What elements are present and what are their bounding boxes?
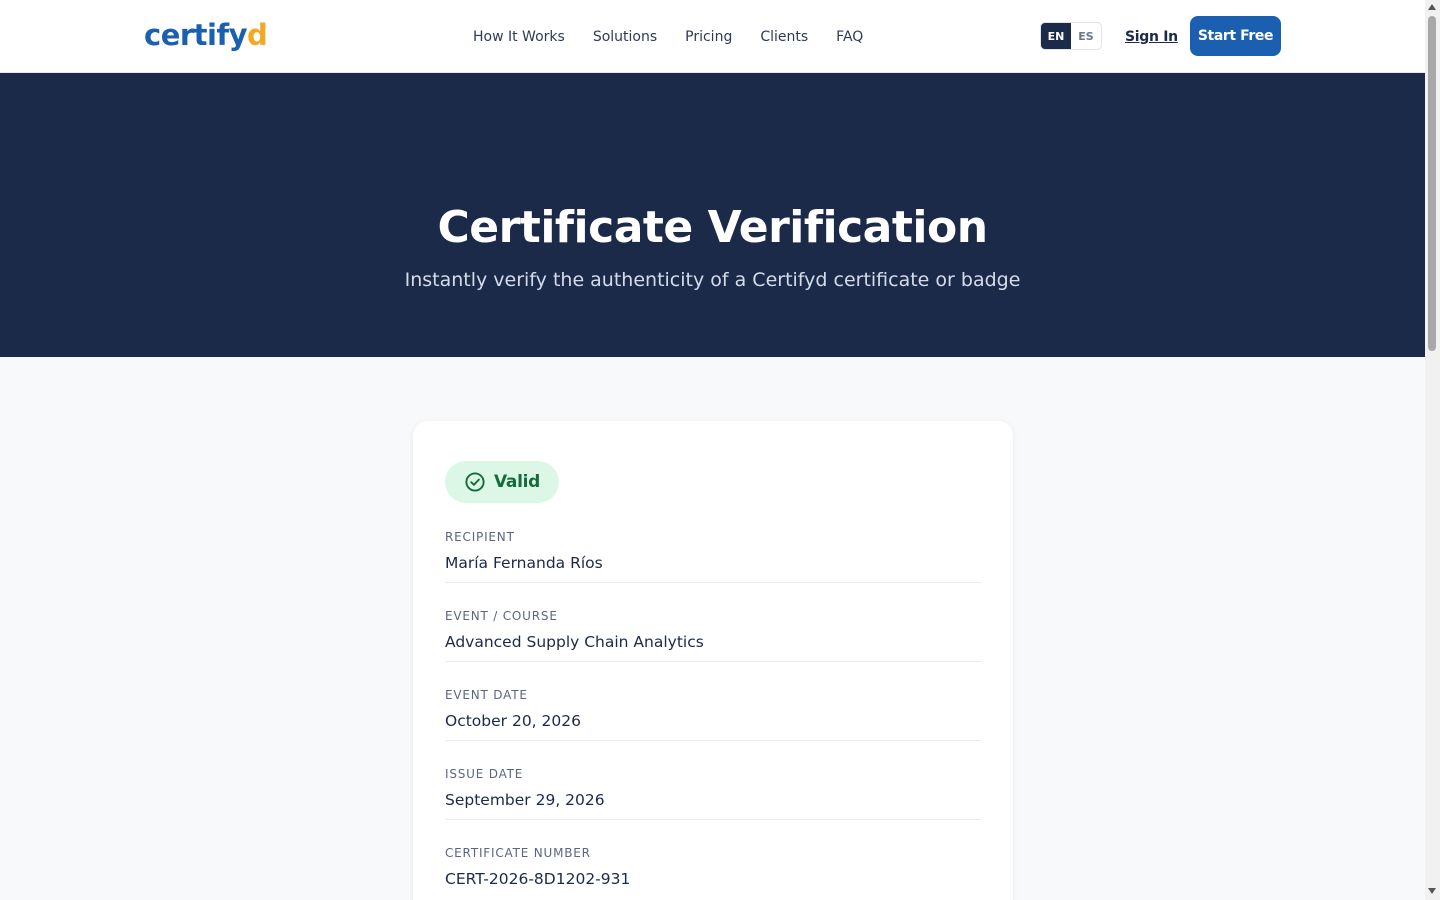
page-subtitle: Instantly verify the authenticity of a C… bbox=[404, 269, 1021, 291]
field-event-course: EVENT / COURSE Advanced Supply Chain Ana… bbox=[445, 608, 981, 662]
status-badge: Valid bbox=[445, 461, 560, 503]
page-title: Certificate Verification bbox=[437, 202, 988, 253]
nav-link-clients[interactable]: Clients bbox=[760, 27, 808, 47]
field-label: CERTIFICATE NUMBER bbox=[445, 846, 591, 860]
check-circle-icon bbox=[465, 472, 485, 492]
logo-text: certify bbox=[144, 18, 247, 52]
field-certificate-number: CERTIFICATE NUMBER CERT-2026-8D1202-931 bbox=[445, 845, 981, 890]
field-event-date: EVENT DATE October 20, 2026 bbox=[445, 687, 981, 741]
field-label: RECIPIENT bbox=[445, 530, 515, 544]
hero-banner: Certificate Verification Instantly verif… bbox=[0, 73, 1425, 357]
divider bbox=[445, 661, 981, 662]
field-value: CERT-2026-8D1202-931 bbox=[445, 870, 631, 888]
divider bbox=[445, 740, 981, 741]
field-issue-date: ISSUE DATE September 29, 2026 bbox=[445, 766, 981, 820]
certifyd-logo[interactable]: certifyd bbox=[144, 17, 268, 53]
sign-in-link[interactable]: Sign In bbox=[1125, 27, 1178, 47]
page: certifyd How It Works Solutions Pricing … bbox=[0, 0, 1425, 900]
field-value: September 29, 2026 bbox=[445, 791, 605, 809]
field-label: EVENT DATE bbox=[445, 688, 528, 702]
scroll-down-arrow-icon[interactable] bbox=[1428, 888, 1436, 894]
logo-accent-text: d bbox=[246, 18, 268, 52]
nav-link-solutions[interactable]: Solutions bbox=[593, 27, 657, 47]
status-text: Valid bbox=[494, 472, 541, 492]
scroll-up-arrow-icon[interactable] bbox=[1428, 4, 1436, 10]
scrollbar-thumb[interactable] bbox=[1428, 16, 1436, 351]
field-label: EVENT / COURSE bbox=[445, 609, 558, 623]
divider bbox=[445, 582, 981, 583]
certificate-details-card: Valid RECIPIENT María Fernanda Ríos EVEN… bbox=[413, 421, 1013, 900]
field-label: ISSUE DATE bbox=[445, 767, 524, 781]
nav-link-pricing[interactable]: Pricing bbox=[685, 27, 732, 47]
language-switcher: EN ES bbox=[1040, 22, 1102, 50]
nav-link-how-it-works[interactable]: How It Works bbox=[473, 27, 565, 47]
nav-link-faq[interactable]: FAQ bbox=[836, 27, 863, 47]
language-option-es[interactable]: ES bbox=[1071, 23, 1101, 49]
field-value: María Fernanda Ríos bbox=[445, 554, 603, 572]
page-scrollbar[interactable] bbox=[1425, 0, 1440, 900]
field-value: October 20, 2026 bbox=[445, 712, 581, 730]
start-free-button[interactable]: Start Free bbox=[1190, 16, 1281, 56]
field-value: Advanced Supply Chain Analytics bbox=[445, 633, 704, 651]
field-recipient: RECIPIENT María Fernanda Ríos bbox=[445, 529, 981, 583]
main-nav: How It Works Solutions Pricing Clients F… bbox=[473, 27, 863, 47]
divider bbox=[445, 819, 981, 820]
top-navigation-bar: certifyd How It Works Solutions Pricing … bbox=[0, 0, 1425, 73]
language-option-en[interactable]: EN bbox=[1041, 23, 1071, 49]
